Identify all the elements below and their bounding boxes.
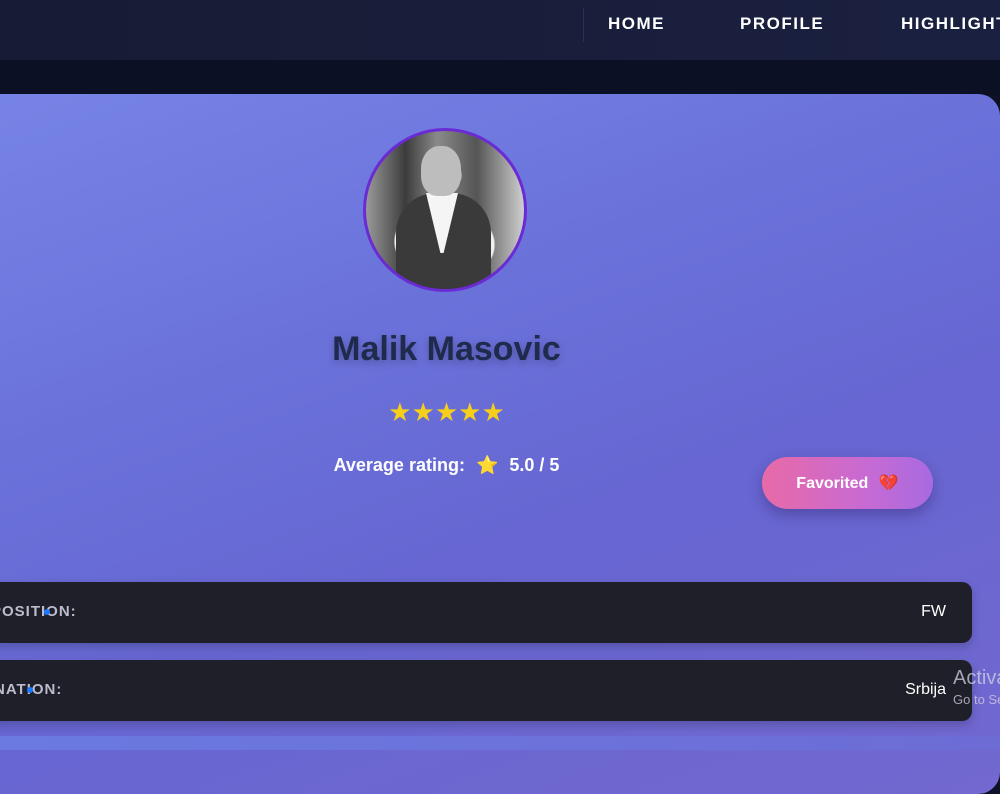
broken-heart-icon: 💔 [878,473,899,492]
favorite-button[interactable]: Favorited 💔 [762,457,933,509]
player-avatar [363,128,527,292]
info-value: Srbija [905,681,946,698]
info-row-position: POSITION: FW [0,582,972,643]
star-rating[interactable]: ★★★★★ [0,398,893,428]
player-name: Malik Masovic [332,330,561,368]
nav-home-link[interactable]: HOME [608,14,665,34]
bullet-dot-icon [44,609,50,615]
info-row-nation: NATION: Srbija [0,660,972,721]
watermark-title: Activate Windows [953,667,1000,689]
top-navbar: HOME PROFILE HIGHLIGHTS [0,0,1000,61]
bullet-dot-icon [27,687,33,693]
bottom-card-edge [0,736,1000,750]
average-rating: Average rating: ⭐ 5.0 / 5 [0,455,893,476]
star-icon: ⭐ [475,455,499,476]
nav-profile-link[interactable]: PROFILE [740,14,824,34]
nav-highlights-link[interactable]: HIGHLIGHTS [901,14,1000,34]
nav-divider [583,8,584,42]
info-value: FW [921,603,946,620]
favorite-button-label: Favorited [796,475,869,492]
average-rating-label: Average rating: [333,455,465,475]
watermark-subtitle: Go to Settings to activate Windows. [953,692,1000,707]
info-label: POSITION: [0,603,77,620]
avatar-head-shape [421,146,461,196]
average-rating-value: 5.0 / 5 [509,455,560,475]
sub-header-bar [0,60,1000,95]
activation-watermark: Activate Windows Go to Settings to activ… [953,667,1000,707]
